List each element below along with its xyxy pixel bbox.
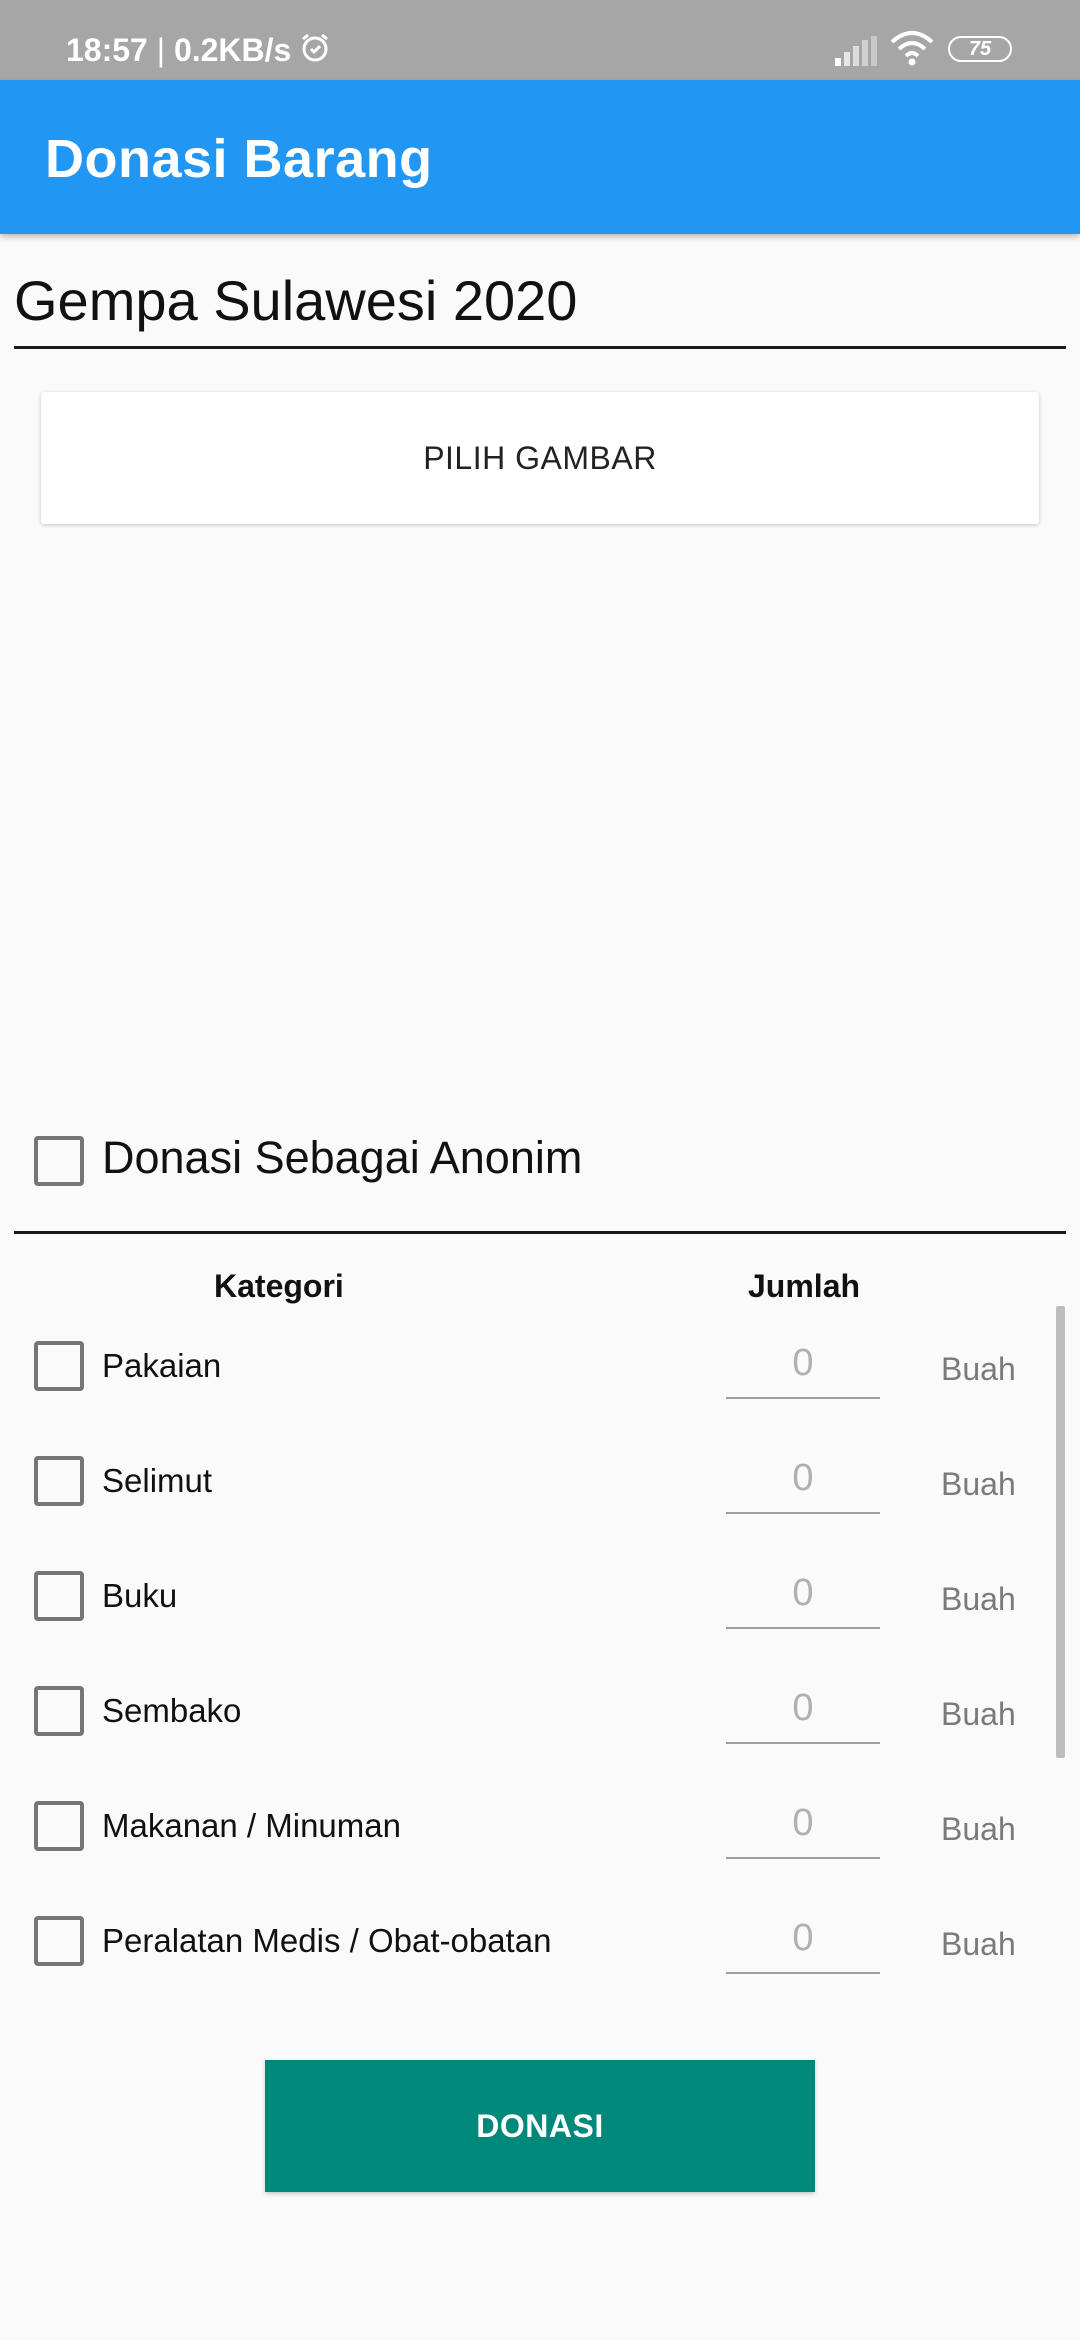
unit-label: Buah (941, 1811, 1016, 1847)
amount-header: Jumlah (748, 1268, 861, 1304)
quantity-input[interactable]: 0 (726, 1457, 880, 1501)
quantity-underline (726, 1857, 880, 1859)
category-label: Sembako (102, 1692, 242, 1729)
signal-icon (835, 36, 877, 66)
event-title-underline (14, 346, 1066, 349)
unit-label: Buah (941, 1351, 1016, 1387)
quantity-input[interactable]: 0 (726, 1342, 880, 1386)
quantity-input[interactable]: 0 (726, 1687, 880, 1731)
alarm-icon (302, 33, 328, 62)
category-checkbox[interactable] (34, 1916, 84, 1966)
category-checkbox[interactable] (34, 1341, 84, 1391)
quantity-input[interactable]: 0 (726, 1802, 880, 1846)
quantity-input[interactable]: 0 (726, 1917, 880, 1961)
quantity-underline (726, 1742, 880, 1744)
category-checkbox[interactable] (34, 1686, 84, 1736)
category-checkbox[interactable] (34, 1456, 84, 1506)
unit-label: Buah (941, 1926, 1016, 1962)
wifi-icon (890, 31, 934, 66)
category-label: Selimut (102, 1462, 213, 1499)
donate-button[interactable]: DONASI (265, 2060, 815, 2192)
anonymous-checkbox[interactable] (34, 1136, 84, 1186)
anonymous-label: Donasi Sebagai Anonim (102, 1132, 583, 1183)
quantity-underline (726, 1512, 880, 1514)
category-checkbox[interactable] (34, 1801, 84, 1851)
battery-icon: 75 (948, 36, 1012, 62)
category-label: Buku (102, 1577, 178, 1614)
unit-label: Buah (941, 1581, 1016, 1617)
category-label: Makanan / Minuman (102, 1807, 401, 1844)
quantity-underline (726, 1397, 880, 1399)
status-speed: 0.2KB/s (173, 32, 292, 68)
page-title: Donasi Barang (45, 129, 433, 189)
divider (14, 1231, 1066, 1234)
status-time-speed: 18:57 | 0.2KB/s (66, 32, 292, 68)
category-checkbox[interactable] (34, 1571, 84, 1621)
quantity-input[interactable]: 0 (726, 1572, 880, 1616)
category-header: Kategori (214, 1268, 344, 1304)
category-label: Peralatan Medis / Obat-obatan (102, 1922, 552, 1959)
status-time: 18:57 (66, 32, 148, 68)
status-bar: 18:57 | 0.2KB/s 75 (0, 0, 1080, 80)
quantity-underline (726, 1972, 880, 1974)
app-bar: Donasi Barang (0, 80, 1080, 234)
scrollbar[interactable] (1056, 1306, 1065, 1758)
category-label: Pakaian (102, 1347, 222, 1384)
unit-label: Buah (941, 1466, 1016, 1502)
event-title: Gempa Sulawesi 2020 (14, 269, 578, 332)
quantity-underline (726, 1627, 880, 1629)
unit-label: Buah (941, 1696, 1016, 1732)
pick-image-button[interactable]: PILIH GAMBAR (41, 392, 1039, 524)
